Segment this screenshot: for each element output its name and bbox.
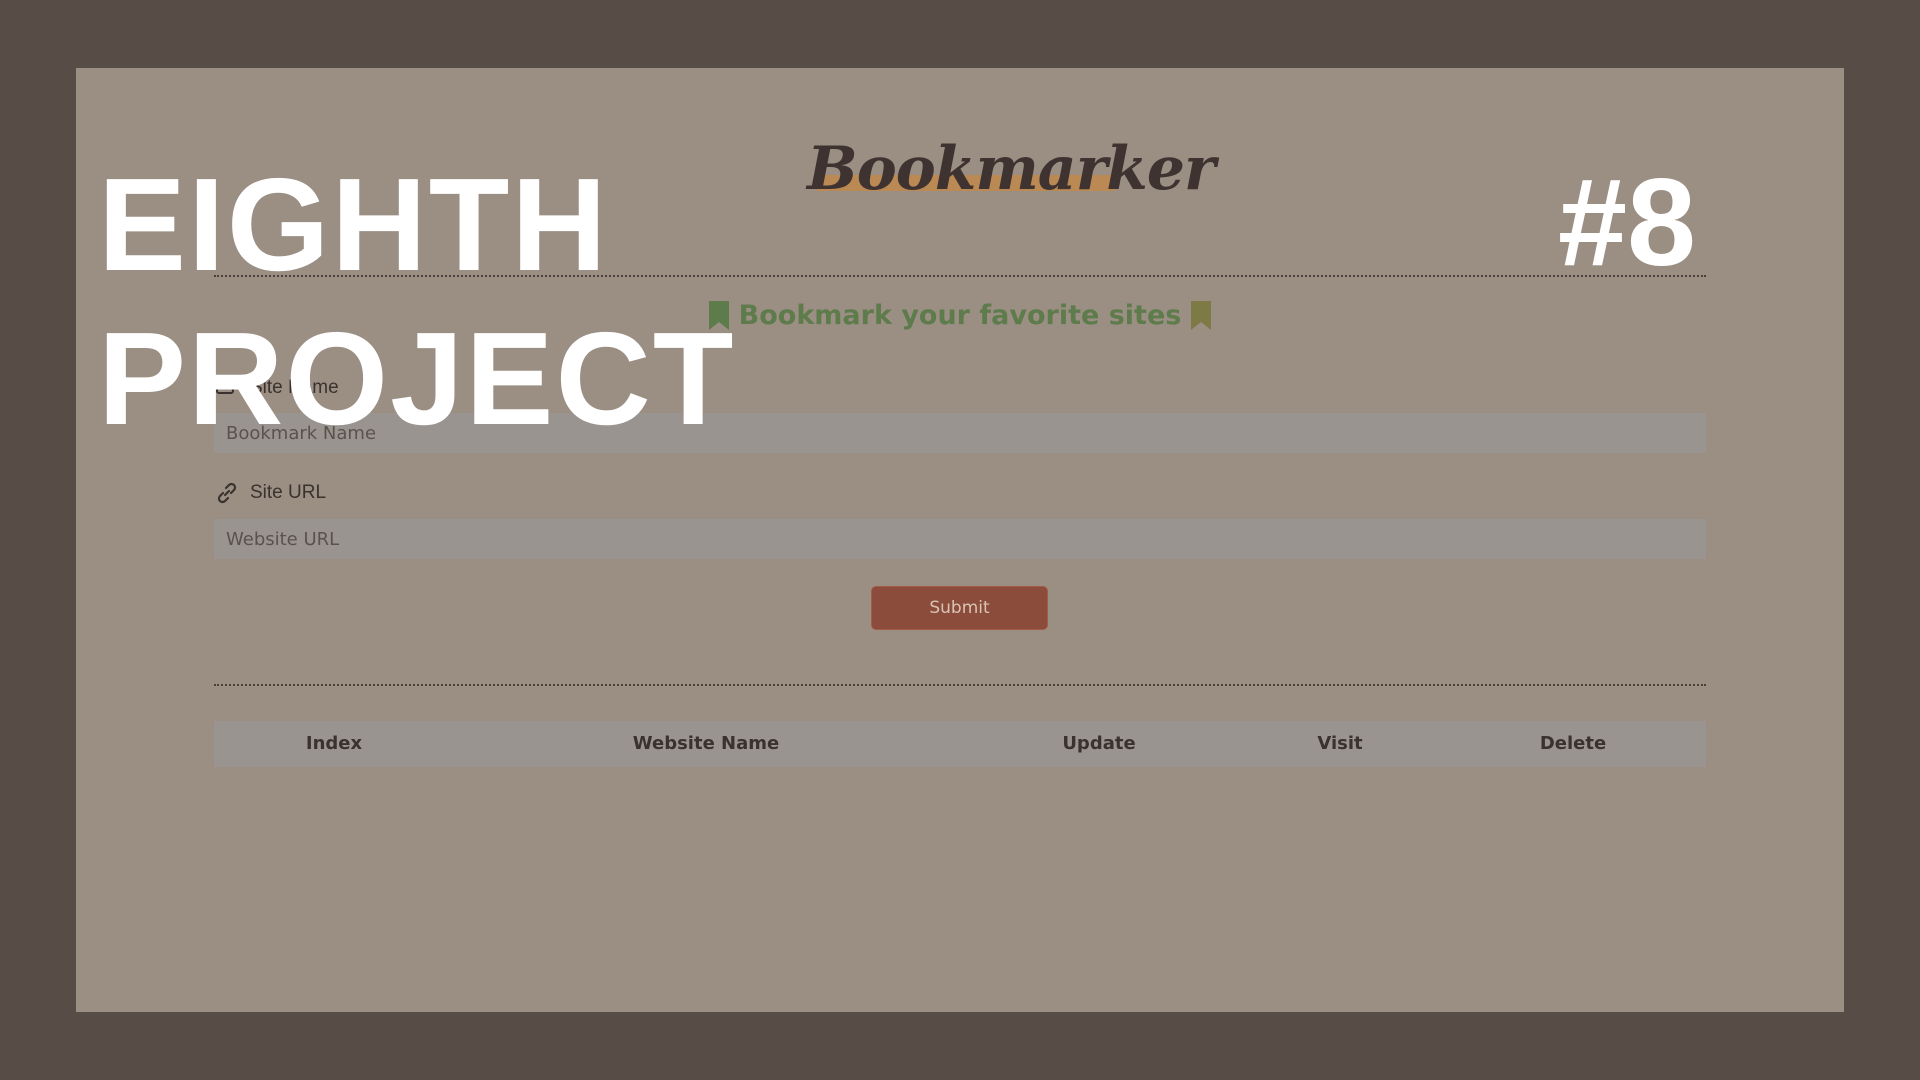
site-url-input[interactable] [214,519,1706,559]
column-header-website-name: Website Name [632,733,780,754]
bottom-divider [214,684,1706,686]
submit-button[interactable]: Submit [871,586,1048,630]
column-header-index: Index [305,733,363,754]
column-header-delete: Delete [1539,733,1607,754]
overlay-title-line1: EIGHTH [98,151,609,298]
bookmark-icon [1191,301,1212,330]
tagline-text: Bookmark your favorite sites [738,300,1182,331]
site-url-label-text: Site URL [250,482,327,503]
bookmarks-table-header: Index Website Name Update Visit Delete [214,721,1706,767]
site-url-label: Site URL [214,480,326,506]
link-icon [214,480,240,506]
column-header-visit: Visit [1317,733,1363,754]
logo: Bookmarker [807,129,1216,209]
logo-text: Bookmarker [807,134,1216,204]
overlay-number: #8 [1558,154,1696,292]
column-header-update: Update [1062,733,1136,754]
overlay-title: EIGHTH PROJECT [98,148,735,456]
overlay-title-line2: PROJECT [98,305,736,452]
